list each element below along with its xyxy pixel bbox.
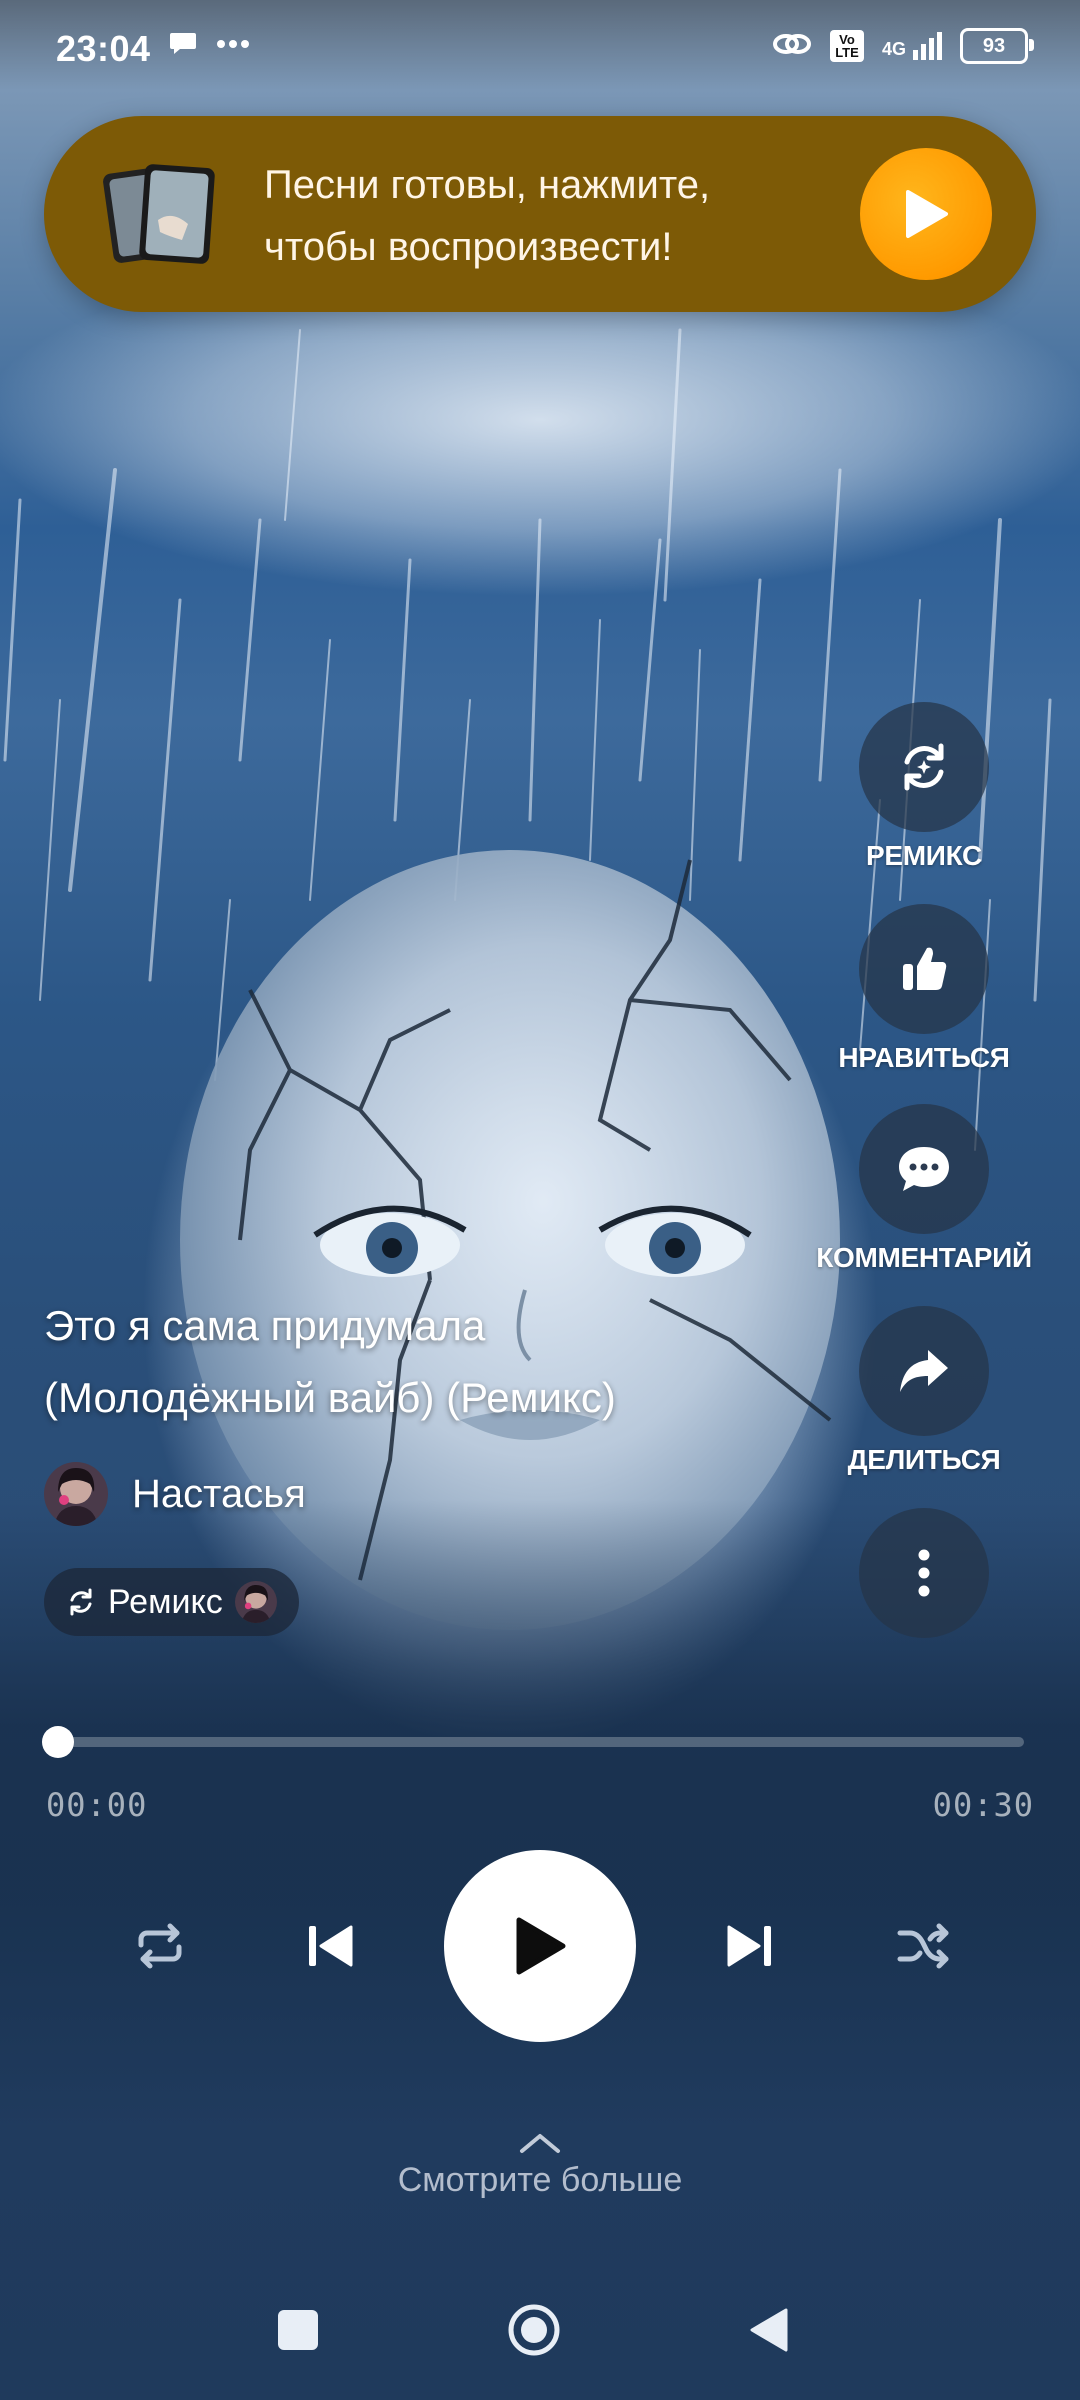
shuffle-icon [897, 1923, 949, 1969]
remix-chip[interactable]: Ремикс [44, 1568, 299, 1636]
play-icon [516, 1917, 566, 1975]
remix-chip-label: Ремикс [108, 1582, 223, 1621]
song-title: Это я сама придумала (Молодёжный вайб) (… [44, 1290, 764, 1434]
recent-apps-icon[interactable] [278, 2310, 318, 2350]
remix-action[interactable]: РЕМИКС [814, 702, 1034, 872]
comment-action[interactable]: КОММЕНТАРИЙ [814, 1104, 1034, 1274]
share-arrow-icon [900, 1350, 948, 1392]
songs-ready-banner[interactable]: Песни готовы, нажмите, чтобы воспроизвес… [44, 116, 1036, 312]
progress-knob[interactable] [42, 1726, 74, 1758]
comment-button[interactable] [859, 1104, 989, 1234]
shuffle-button[interactable] [884, 1906, 964, 1986]
status-bar: 23:04 Vo LTE 4G 93 [0, 0, 1080, 100]
player-screen: 23:04 Vo LTE 4G 93 Песни готовы, нажмите… [0, 0, 1080, 2400]
chevron-up-icon [520, 2134, 560, 2153]
remix-icon [904, 743, 944, 791]
status-right-icons: Vo LTE 4G 93 [772, 28, 1034, 64]
see-more-label: Смотрите больше [397, 2161, 683, 2199]
play-pause-button[interactable] [444, 1850, 636, 2042]
more-options-button[interactable] [859, 1508, 989, 1638]
next-button[interactable] [710, 1906, 790, 1986]
back-icon[interactable] [746, 2306, 794, 2354]
progress-bar[interactable] [42, 1726, 1024, 1758]
remix-chip-avatar [234, 1581, 277, 1623]
artist-name[interactable]: Настасья [132, 1472, 306, 1517]
comment-label: КОММЕНТАРИЙ [816, 1242, 1032, 1273]
like-action[interactable]: НРАВИТЬСЯ [814, 904, 1034, 1074]
system-nav-bar [0, 2280, 1080, 2380]
artist-row[interactable]: Настасья [44, 1462, 306, 1526]
song-title-line-1: Это я сама придумала [44, 1302, 486, 1349]
like-label: НРАВИТЬСЯ [838, 1042, 1010, 1073]
status-time: 23:04 [56, 28, 151, 69]
skip-previous-icon [309, 1925, 353, 1967]
remix-label: РЕМИКС [866, 840, 982, 871]
banner-play-button[interactable] [860, 148, 992, 280]
artist-avatar[interactable] [44, 1462, 108, 1526]
status-left-icons [168, 28, 250, 63]
battery-indicator: 93 [960, 28, 1034, 64]
share-label: ДЕЛИТЬСЯ [847, 1444, 1001, 1475]
home-icon[interactable] [506, 2302, 562, 2358]
skip-next-icon [727, 1925, 771, 1967]
comment-icon [899, 1147, 949, 1191]
total-time: 00:30 [932, 1786, 1034, 1824]
volte-icon: Vo LTE [829, 30, 864, 62]
banner-message: Песни готовы, нажмите, чтобы воспроизвес… [264, 163, 711, 269]
remix-small-icon [70, 1588, 92, 1616]
link-icon [772, 29, 812, 64]
current-time: 00:00 [46, 1786, 148, 1824]
share-action[interactable]: ДЕЛИТЬСЯ [814, 1306, 1034, 1476]
more-action[interactable] [814, 1508, 1034, 1638]
repeat-button[interactable] [120, 1906, 200, 1986]
network-type: 4G [881, 39, 906, 59]
remix-button[interactable] [859, 702, 989, 832]
more-dots-icon [216, 37, 250, 55]
chat-bubble-icon [168, 28, 198, 63]
song-title-line-2: (Молодёжный вайб) (Ремикс) [44, 1374, 616, 1421]
like-button[interactable] [859, 904, 989, 1034]
play-icon [906, 190, 948, 238]
song-thumbnails-icon [103, 164, 215, 264]
vertical-dots-icon [918, 1549, 930, 1597]
4g-signal-icon: 4G [882, 32, 942, 60]
see-more[interactable]: Смотрите больше [0, 2130, 1080, 2200]
thumbs-up-icon [903, 947, 947, 990]
repeat-icon [138, 1923, 182, 1969]
previous-button[interactable] [290, 1906, 370, 1986]
share-button[interactable] [859, 1306, 989, 1436]
